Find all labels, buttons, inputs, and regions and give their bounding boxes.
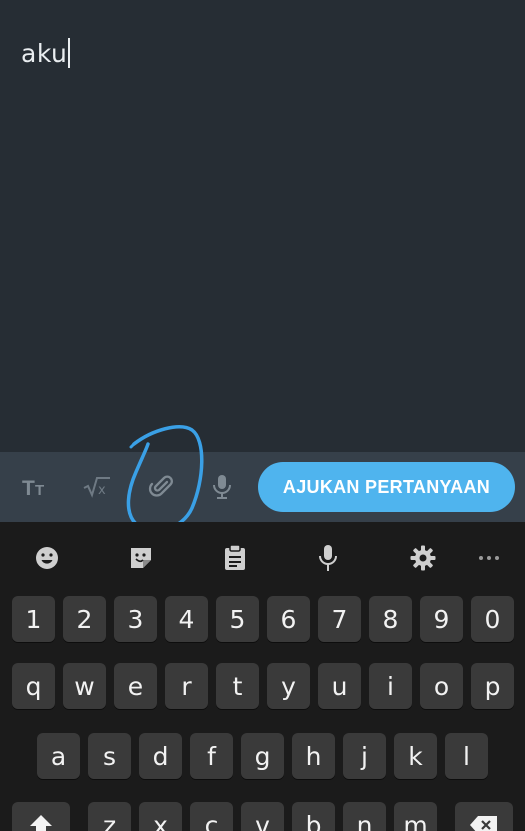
key-j[interactable]: j (343, 733, 386, 779)
voice-input-button[interactable] (202, 467, 242, 507)
text-caret (68, 38, 71, 68)
key-6[interactable]: 6 (267, 596, 310, 642)
keyboard-voice-button[interactable] (308, 538, 348, 578)
keyboard-settings-button[interactable] (403, 538, 443, 578)
question-editor[interactable]: aku (0, 0, 525, 452)
key-q[interactable]: q (12, 663, 55, 709)
emoji-button[interactable] (27, 538, 67, 578)
key-2[interactable]: 2 (63, 596, 106, 642)
key-p[interactable]: p (471, 663, 514, 709)
microphone-icon (319, 545, 337, 571)
text-size-icon: T T (22, 477, 44, 499)
key-r[interactable]: r (165, 663, 208, 709)
text-size-button[interactable]: T T (16, 467, 56, 507)
key-z[interactable]: z (88, 802, 131, 831)
key-w[interactable]: w (63, 663, 106, 709)
key-b[interactable]: b (292, 802, 335, 831)
svg-text:x: x (98, 483, 106, 498)
attach-button[interactable] (142, 467, 182, 507)
key-s[interactable]: s (88, 733, 131, 779)
backspace-icon (470, 816, 497, 831)
key-y[interactable]: y (267, 663, 310, 709)
sticker-button[interactable] (121, 538, 161, 578)
submit-question-button[interactable]: AJUKAN PERTANYAAN (258, 462, 515, 512)
key-o[interactable]: o (420, 663, 463, 709)
key-n[interactable]: n (343, 802, 386, 831)
more-icon (479, 556, 499, 560)
question-text-value: aku (21, 38, 68, 68)
key-0[interactable]: 0 (471, 596, 514, 642)
key-3[interactable]: 3 (114, 596, 157, 642)
key-7[interactable]: 7 (318, 596, 361, 642)
more-options-button[interactable] (469, 538, 509, 578)
microphone-icon (213, 475, 231, 499)
key-t[interactable]: t (216, 663, 259, 709)
svg-text:T: T (35, 482, 44, 499)
square-root-icon: x (83, 477, 110, 498)
question-text[interactable]: aku (21, 36, 71, 70)
clipboard-icon (225, 544, 245, 570)
paperclip-icon (148, 475, 173, 497)
settings-icon (410, 545, 436, 571)
key-a[interactable]: a (37, 733, 80, 779)
key-1[interactable]: 1 (12, 596, 55, 642)
key-l[interactable]: l (445, 733, 488, 779)
key-8[interactable]: 8 (369, 596, 412, 642)
math-button[interactable]: x (77, 467, 117, 507)
key-x[interactable]: x (139, 802, 182, 831)
svg-text:T: T (22, 477, 35, 499)
key-d[interactable]: d (139, 733, 182, 779)
key-c[interactable]: c (190, 802, 233, 831)
key-f[interactable]: f (190, 733, 233, 779)
app-screen: aku T T x AJUKAN PERTANYAAN 1 2 3 4 5 6 … (0, 0, 525, 831)
key-i[interactable]: i (369, 663, 412, 709)
key-h[interactable]: h (292, 733, 335, 779)
key-m[interactable]: m (394, 802, 437, 831)
shift-icon (30, 815, 52, 831)
backspace-key[interactable] (455, 802, 513, 831)
key-k[interactable]: k (394, 733, 437, 779)
key-g[interactable]: g (241, 733, 284, 779)
shift-key[interactable] (12, 802, 70, 831)
emoji-icon (36, 547, 58, 569)
key-4[interactable]: 4 (165, 596, 208, 642)
sticker-icon (131, 548, 151, 568)
key-u[interactable]: u (318, 663, 361, 709)
clipboard-button[interactable] (215, 538, 255, 578)
key-e[interactable]: e (114, 663, 157, 709)
key-5[interactable]: 5 (216, 596, 259, 642)
key-v[interactable]: v (241, 802, 284, 831)
key-9[interactable]: 9 (420, 596, 463, 642)
